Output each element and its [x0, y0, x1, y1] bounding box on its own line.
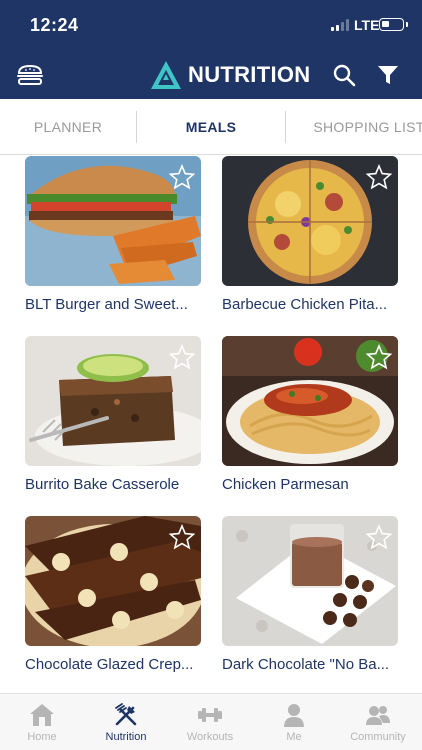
status-time: 12:24 [30, 15, 79, 35]
network-type: LTE [354, 17, 380, 33]
tab-label: MEALS [185, 119, 237, 135]
brand: NUTRITION [150, 60, 310, 90]
nav-label: Workouts [186, 731, 234, 743]
meal-name: Dark Chocolate "No Ba... [222, 656, 390, 673]
meal-card[interactable]: Dark Chocolate "No Ba... [222, 516, 398, 686]
meal-card[interactable]: Burrito Bake Casserole [25, 336, 201, 506]
nav-nutrition[interactable]: Nutrition [84, 694, 168, 750]
nav-label: Nutrition [105, 731, 147, 743]
favorite-star-icon[interactable] [366, 524, 392, 550]
nav-label: Community [350, 731, 406, 743]
meal-card[interactable]: Chicken Parmesan [222, 336, 398, 506]
meal-name: BLT Burger and Sweet... [25, 296, 188, 313]
tab-shopping-list[interactable]: SHOPPING LIST [286, 99, 422, 155]
tab-label: SHOPPING LIST [313, 119, 422, 135]
header: NUTRITION [0, 50, 422, 99]
filter-icon[interactable] [377, 64, 399, 86]
meals-grid: BLT Burger and Sweet... Barbecue Chicken… [0, 155, 422, 693]
signal-icon [331, 19, 349, 31]
community-icon [366, 706, 390, 725]
home-icon [30, 704, 54, 726]
meal-card[interactable]: Chocolate Glazed Crep... [25, 516, 201, 686]
meal-name: Chicken Parmesan [222, 476, 349, 493]
meal-card[interactable]: BLT Burger and Sweet... [25, 156, 201, 326]
burger-menu-icon[interactable] [16, 64, 44, 86]
nav-label: Me [286, 731, 302, 743]
app-logo-icon [151, 61, 181, 89]
nav-label: Home [27, 731, 57, 743]
dumbbell-icon [198, 708, 222, 722]
favorite-star-icon[interactable] [366, 344, 392, 370]
battery-icon [379, 18, 408, 31]
meal-name: Burrito Bake Casserole [25, 476, 180, 493]
favorite-star-icon[interactable] [169, 164, 195, 190]
meal-card[interactable]: Barbecue Chicken Pita... [222, 156, 398, 326]
favorite-star-icon[interactable] [366, 164, 392, 190]
page-title: NUTRITION [188, 62, 311, 87]
app-header-bar: 12:24 LTE NUTRITION [0, 0, 422, 99]
meal-name: Barbecue Chicken Pita... [222, 296, 388, 313]
status-bar: 12:24 LTE [0, 0, 422, 50]
nav-me[interactable]: Me [252, 694, 336, 750]
search-icon[interactable] [332, 63, 356, 87]
tab-bar: PLANNER MEALS SHOPPING LIST [0, 99, 422, 155]
tab-meals[interactable]: MEALS [137, 99, 285, 155]
nav-community[interactable]: Community [336, 694, 420, 750]
meal-name: Chocolate Glazed Crep... [25, 656, 194, 673]
bottom-nav: Home Nutrition Workouts Me Community [0, 693, 422, 750]
tab-planner[interactable]: PLANNER [0, 99, 136, 155]
tab-label: PLANNER [33, 119, 103, 135]
favorite-star-icon[interactable] [169, 524, 195, 550]
favorite-star-icon[interactable] [169, 344, 195, 370]
fork-knife-icon [115, 703, 137, 726]
nav-home[interactable]: Home [0, 694, 84, 750]
person-icon [284, 704, 304, 727]
nav-workouts[interactable]: Workouts [168, 694, 252, 750]
